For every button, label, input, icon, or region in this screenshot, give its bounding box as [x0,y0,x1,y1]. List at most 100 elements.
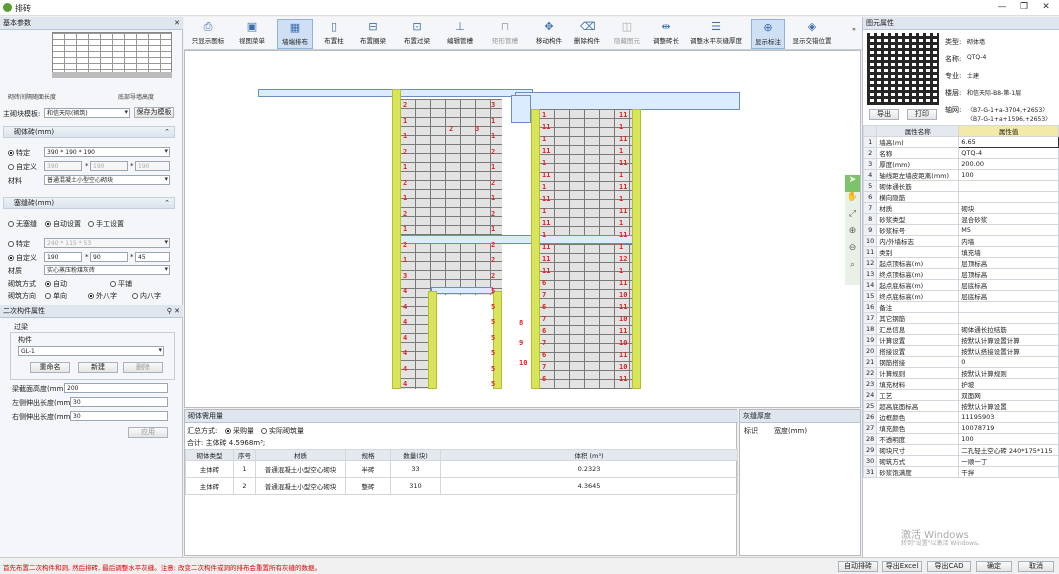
column-left[interactable] [392,89,401,389]
property-row[interactable]: 27 填充颜色 10078719 [862,422,1059,434]
property-row[interactable]: 23 填充材料 护坡 [862,378,1059,390]
fit-view-icon[interactable]: ⤢ [845,209,860,226]
confirm-button[interactable]: 确定 [976,561,1012,572]
table-row[interactable]: 主体砖 1 普通混凝土小型空心砌块 半砖 33 0.2323 [185,460,738,478]
toolbar-button[interactable]: ◫ 隐藏图元 [609,19,645,49]
toolbar-button[interactable]: ⌫ 删除构件 [570,19,604,49]
property-row[interactable]: 21 钢筋搭接 0 [862,356,1059,368]
property-row[interactable]: 25 超高底面标高 按默认计算设置 [862,400,1059,412]
apply-button[interactable]: 应用 [128,427,168,438]
column-door-left[interactable] [428,291,437,389]
property-value[interactable]: 200.00 [958,158,1059,170]
beam-height-input[interactable]: 200 [64,383,168,393]
export-button[interactable]: 导出 [869,109,899,120]
print-button[interactable]: 打印 [907,109,937,120]
toolbar-button[interactable]: ⇹ 调整砖长 [650,19,682,49]
property-value[interactable]: 层顶标高 [958,257,1059,269]
property-value[interactable]: 6.65 [958,136,1059,148]
zoom-window-icon[interactable]: ⌕ [845,260,860,277]
property-value[interactable]: 层底标高 [958,290,1059,302]
collapse-caret-icon[interactable]: ⌃ [164,127,170,138]
property-row[interactable]: 18 汇总信息 砌体通长拉结筋 [862,323,1059,335]
property-value[interactable]: 砌体通长拉结筋 [958,323,1059,335]
property-row[interactable]: 15 终点底标高(m) 层底标高 [862,290,1059,302]
property-row[interactable]: 17 其它钢筋 [862,312,1059,324]
property-row[interactable]: 13 终点顶标高(m) 层顶标高 [862,268,1059,280]
column-right-b[interactable] [632,109,641,389]
brick-section-header[interactable]: 砌体砖(mm) ⌃ [3,126,175,138]
laying-auto-radio[interactable]: 自动 [45,279,67,289]
property-value[interactable]: 填充墙 [958,246,1059,258]
property-value[interactable]: 10078719 [958,422,1059,434]
laying-flat-radio[interactable]: 平铺 [110,279,132,289]
property-value[interactable]: 0 [958,356,1059,368]
summary-buy-radio[interactable]: 采购量 [225,426,254,436]
export-excel-button[interactable]: 导出Excel [882,561,922,572]
auto-lay-button[interactable]: 自动排砖 [838,561,878,572]
property-row[interactable]: 12 起点顶标高(m) 层顶标高 [862,257,1059,269]
property-value[interactable]: 二孔轻土空心砖 240*175*115 [958,444,1059,456]
property-value[interactable]: M5 [958,224,1059,236]
bed-specific-select[interactable]: 240 * 115 * 53 [44,238,170,248]
property-value[interactable]: 双面网 [958,389,1059,401]
property-row[interactable]: 9 砂浆标号 M5 [862,224,1059,236]
property-row[interactable]: 6 横向隐筋 [862,191,1059,203]
property-value[interactable]: 护坡 [958,378,1059,390]
toolbar-button[interactable]: ▣ 视图菜单 [232,19,272,49]
bed-auto-radio[interactable]: 自动设置 [45,219,81,229]
template-select[interactable]: 和信天际(砌筑) [44,108,130,118]
property-value[interactable] [958,180,1059,192]
rename-button[interactable]: 重命名 [30,362,70,373]
toolbar-button[interactable]: ◈ 显示交错位置 [789,19,835,49]
toolbar-button[interactable]: ⊡ 布置过梁 [396,19,438,49]
minimize-button[interactable]: — [993,1,1011,14]
property-value[interactable]: 按默认计算设置计算 [958,334,1059,346]
property-value[interactable]: 层底标高 [958,279,1059,291]
toolbar-button[interactable]: ⎙ 只显示图标 [189,19,227,49]
close-window-button[interactable]: ✕ [1037,1,1055,14]
summary-actual-radio[interactable]: 实际砌筑量 [261,426,304,436]
property-row[interactable]: 31 砂浆饱满度 干拌 [862,466,1059,478]
save-template-button[interactable]: 保存为模板 [134,107,174,118]
delete-component-button[interactable]: 删除 [123,362,163,373]
new-component-button[interactable]: 新建 [78,362,118,373]
property-row[interactable]: 22 计算规则 按默认计算规则 [862,367,1059,379]
bed-section-header[interactable]: 塞缝砖(mm) ⌃ [3,197,175,209]
toolbar-button[interactable]: ▯ 布置柱 [319,19,349,49]
brick-layout-canvas[interactable]: 2112121212134444444311212121222555555511… [184,50,861,408]
property-value[interactable]: 100 [958,433,1059,445]
toolbar-button[interactable]: ✥ 移动构件 [532,19,566,49]
bed-none-radio[interactable]: 无塞缝 [8,219,37,229]
toolbar-button[interactable]: ⊟ 布置圈梁 [354,19,392,49]
ring-beam-middle[interactable] [395,235,639,244]
property-row[interactable]: 29 砌块尺寸 二孔轻土空心砖 240*175*115 [862,444,1059,456]
export-cad-button[interactable]: 导出CAD [927,561,971,572]
collapse-caret-icon[interactable]: ⌃ [164,198,170,209]
component-select[interactable]: GL-1 [18,346,164,356]
bed-height-input[interactable]: 45 [135,252,170,262]
pan-hand-icon[interactable]: ✋ [845,192,860,209]
direction-inner-radio[interactable]: 内八字 [132,291,161,301]
maximize-button[interactable]: ❐ [1015,1,1033,14]
toolbar-button[interactable]: ☰ 调整水平灰缝厚度 [686,19,746,49]
brick-specific-radio[interactable]: 特定 [8,148,30,158]
brick-specific-select[interactable]: 390 * 190 * 190 [44,147,170,157]
property-value[interactable]: 按默认计算规则 [958,367,1059,379]
property-row[interactable]: 1 墙高(m) 6.65 [862,136,1059,148]
property-value[interactable] [958,301,1059,313]
bed-specific-radio[interactable]: 特定 [8,239,30,249]
property-value[interactable]: 一顺一丁 [958,455,1059,467]
property-value[interactable]: 11195903 [958,411,1059,423]
property-value[interactable]: 按默认计算设置 [958,400,1059,412]
property-row[interactable]: 5 砌体通长筋 [862,180,1059,192]
ring-beam-right[interactable] [515,92,740,110]
toolbar-button[interactable]: ▦ 墙端排布 [277,19,313,49]
zoom-out-icon[interactable]: ⊖ [845,243,860,260]
property-value[interactable]: 层顶标高 [958,268,1059,280]
bed-material-select[interactable]: 实心蒸压粉煤灰砖 [44,265,170,275]
toolbar-button[interactable]: ⊓ 矩形管槽 [484,19,526,49]
direction-single-radio[interactable]: 单向 [45,291,67,301]
left-extend-input[interactable]: 30 [70,397,168,407]
property-row[interactable]: 2 名称 QTQ-4 [862,147,1059,159]
brick-length-input[interactable]: 390 [44,161,82,171]
